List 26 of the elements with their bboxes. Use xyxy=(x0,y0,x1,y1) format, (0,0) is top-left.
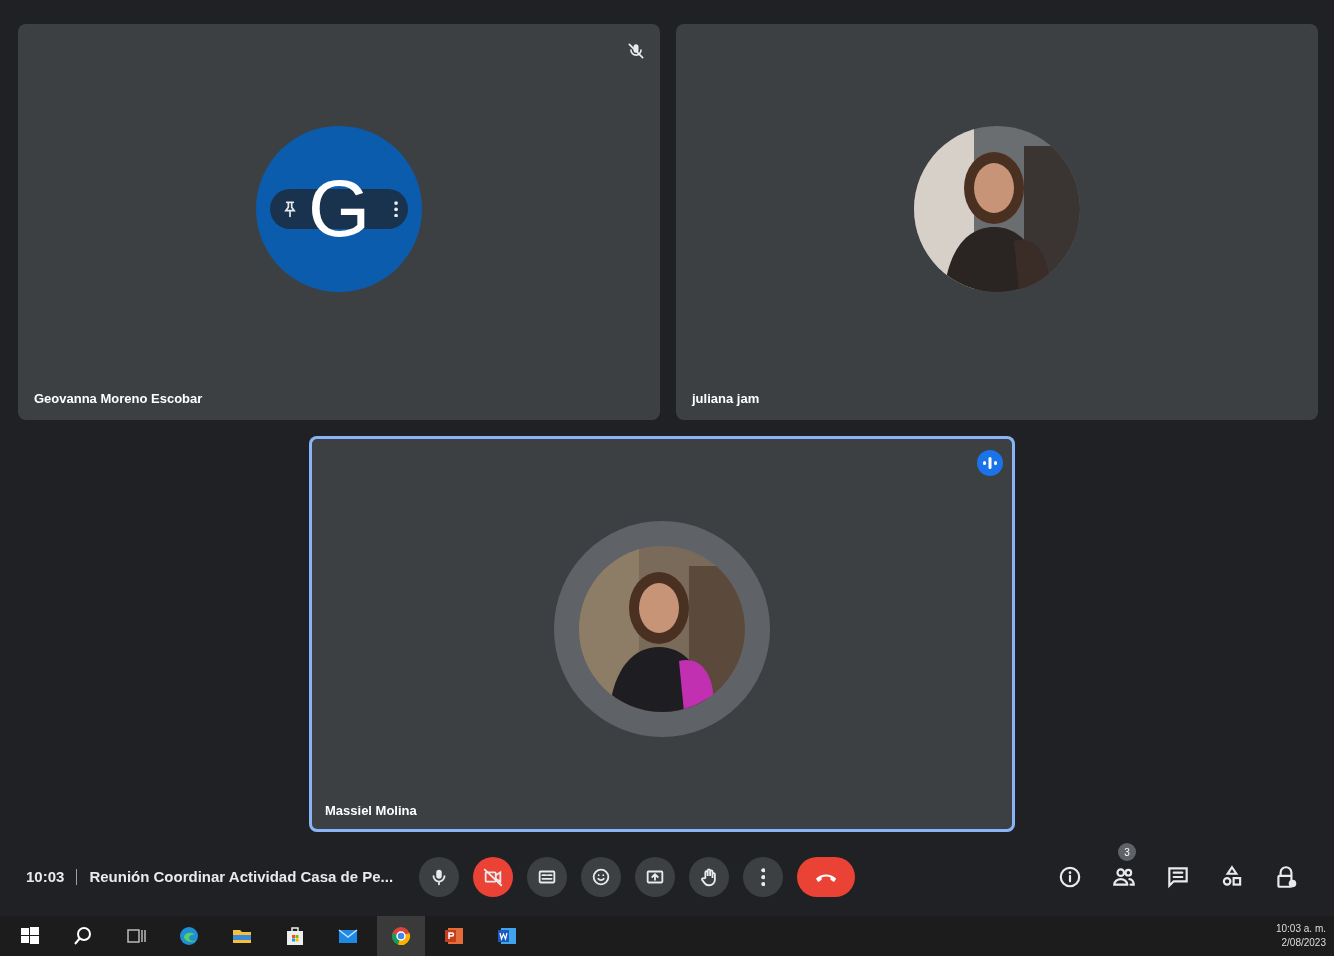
more-options-button[interactable] xyxy=(743,857,784,897)
taskbar-time: 10:03 a. m. xyxy=(1275,922,1326,936)
participant-name: Massiel Molina xyxy=(325,801,417,820)
info-icon xyxy=(1057,864,1083,890)
participant-name: juliana jam xyxy=(692,389,760,408)
count-badge: 3 xyxy=(1118,843,1136,861)
more-button[interactable] xyxy=(393,200,398,218)
more-icon xyxy=(760,867,766,887)
microphone-button[interactable] xyxy=(419,857,460,897)
captions-button[interactable] xyxy=(527,857,568,897)
camera-off-icon xyxy=(482,866,505,888)
browser-icon xyxy=(177,924,201,948)
participant-name: Geovanna Moreno Escobar xyxy=(34,389,203,408)
camera-button[interactable] xyxy=(473,857,514,897)
avatar-letter: G xyxy=(307,169,371,249)
reactions-button[interactable] xyxy=(581,857,622,897)
chat-icon xyxy=(1165,864,1191,890)
raise-hand-button[interactable] xyxy=(689,857,730,897)
meeting-time: 10:03 xyxy=(26,866,65,887)
taskbar-date: 2/08/2023 xyxy=(1280,936,1326,950)
taskbar-button[interactable] xyxy=(377,916,425,956)
browser-icon xyxy=(389,924,413,948)
present-button[interactable] xyxy=(635,857,676,897)
leave-call-button[interactable] xyxy=(797,857,856,897)
more-icon xyxy=(393,200,398,218)
meeting-title: Reunión Coordinar Actividad Casa de Pe... xyxy=(89,866,394,887)
